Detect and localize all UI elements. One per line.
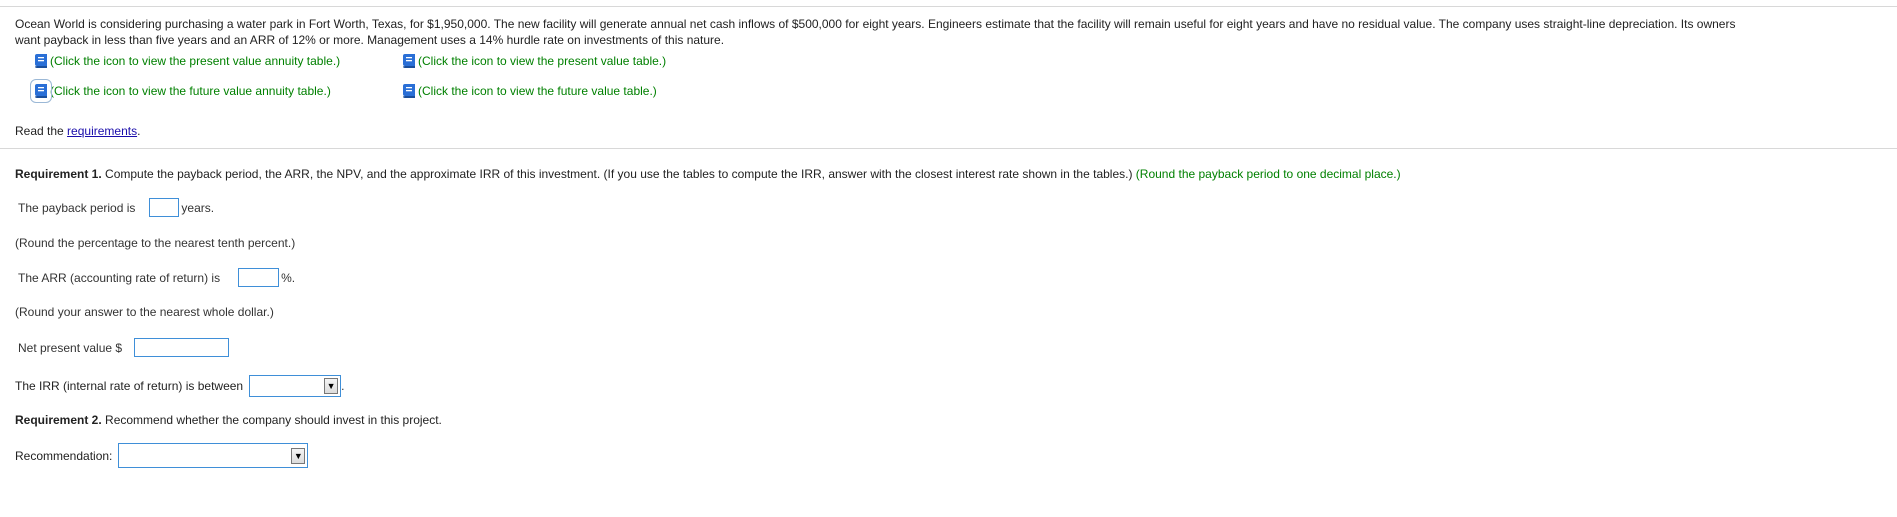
irr-row: The IRR (internal rate of return) is bet…	[15, 375, 344, 397]
npv-input[interactable]	[134, 338, 230, 357]
requirement-1-hint: (Round the payback period to one decimal…	[1135, 167, 1401, 181]
problem-text-line-1: Ocean World is considering purchasing a …	[15, 17, 1736, 31]
arr-row: The ARR (accounting rate of return) is %…	[18, 268, 295, 287]
top-divider	[0, 6, 1897, 7]
requirement-1-text: Compute the payback period, the ARR, the…	[101, 167, 1136, 181]
book-icon[interactable]	[30, 79, 52, 103]
section-divider	[0, 148, 1897, 149]
fv-annuity-table-link-label[interactable]: (Click the icon to view the future value…	[50, 84, 331, 98]
recommendation-select[interactable]: ▼	[118, 443, 309, 468]
arr-hint: (Round the percentage to the nearest ten…	[15, 236, 296, 250]
fv-table-link[interactable]: (Click the icon to view the future value…	[402, 83, 657, 99]
recommendation-label: Recommendation:	[15, 448, 113, 463]
pv-table-link[interactable]: (Click the icon to view the present valu…	[402, 53, 666, 69]
payback-label: The payback period is	[18, 200, 136, 215]
irr-select[interactable]: ▼	[249, 375, 342, 397]
arr-label: The ARR (accounting rate of return) is	[18, 270, 221, 285]
payback-row: The payback period is years.	[18, 198, 214, 217]
payback-input[interactable]	[149, 198, 180, 217]
book-icon[interactable]	[34, 53, 48, 69]
arr-input[interactable]	[238, 268, 280, 287]
requirement-2-title: Requirement 2.	[15, 413, 102, 427]
dropdown-arrow-icon[interactable]: ▼	[324, 378, 339, 394]
dropdown-arrow-icon[interactable]: ▼	[291, 447, 306, 464]
arr-unit: %.	[281, 270, 296, 285]
irr-suffix: .	[341, 379, 345, 393]
read-prefix: Read the	[15, 124, 68, 138]
book-icon[interactable]	[402, 83, 416, 99]
recommendation-row: Recommendation: ▼	[15, 443, 309, 468]
npv-label: Net present value $	[18, 340, 123, 355]
requirement-1-title: Requirement 1.	[15, 167, 102, 181]
requirement-1: Requirement 1. Compute the payback perio…	[15, 167, 1401, 181]
problem-statement: Ocean World is considering purchasing a …	[15, 16, 1885, 48]
problem-text-line-2: want payback in less than five years and…	[15, 33, 725, 47]
fv-annuity-table-link[interactable]: (Click the icon to view the future value…	[30, 79, 331, 103]
npv-row: Net present value $	[18, 338, 230, 357]
book-icon[interactable]	[402, 53, 416, 69]
pv-annuity-table-link-label[interactable]: (Click the icon to view the present valu…	[50, 54, 340, 68]
requirement-2: Requirement 2. Recommend whether the com…	[15, 413, 442, 427]
requirement-2-text: Recommend whether the company should inv…	[101, 413, 442, 427]
read-requirements: Read the requirements.	[15, 124, 140, 138]
npv-hint: (Round your answer to the nearest whole …	[15, 305, 274, 319]
pv-annuity-table-link[interactable]: (Click the icon to view the present valu…	[34, 53, 340, 69]
payback-unit: years.	[181, 200, 215, 215]
read-suffix: .	[137, 124, 141, 138]
pv-table-link-label[interactable]: (Click the icon to view the present valu…	[418, 54, 666, 68]
requirements-link[interactable]: requirements	[67, 124, 137, 138]
fv-table-link-label[interactable]: (Click the icon to view the future value…	[418, 84, 657, 98]
irr-label: The IRR (internal rate of return) is bet…	[15, 379, 244, 393]
